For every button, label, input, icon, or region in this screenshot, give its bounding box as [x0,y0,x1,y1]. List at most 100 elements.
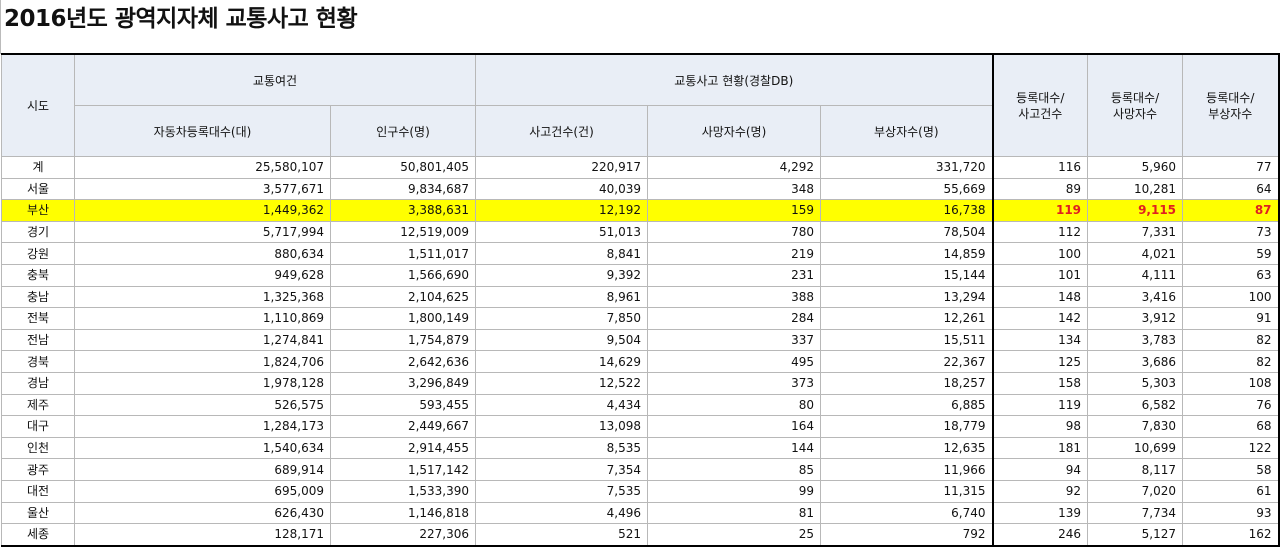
cell-ratio-deaths: 4,111 [1087,263,1184,287]
cell-vehicles: 626,430 [74,501,331,525]
cell-injuries: 11,315 [820,479,994,503]
frame-edge [0,0,1,54]
cell-accidents: 8,961 [475,285,649,309]
cell-ratio-deaths: 4,021 [1087,242,1184,265]
cell-deaths: 219 [647,242,822,265]
cell-ratio-accidents: 92 [991,479,1089,503]
cell-ratio-deaths: 7,331 [1087,220,1184,244]
cell-injuries: 11,966 [820,458,994,481]
cell-sido: 서울 [1,177,75,201]
cell-vehicles: 689,914 [74,458,331,481]
cell-ratio-deaths: 5,127 [1087,523,1184,547]
cell-vehicles: 5,717,994 [74,220,331,244]
document-page: 2016년도 광역지자체 교통사고 현황 시도 교통여건 교통사고 현황(경찰D… [0,0,1280,548]
cell-accidents: 220,917 [475,156,649,179]
cell-sido: 부산 [1,199,75,222]
cell-ratio-accidents: 101 [991,263,1089,287]
cell-vehicles: 1,824,706 [74,350,331,373]
cell-population: 12,519,009 [329,220,477,244]
cell-deaths: 231 [647,263,822,287]
cell-vehicles: 1,110,869 [74,307,331,330]
cell-deaths: 284 [647,307,822,330]
cell-injuries: 12,261 [820,307,994,330]
cell-accidents: 9,392 [475,263,649,287]
cell-ratio-injuries: 108 [1182,371,1280,395]
cell-ratio-deaths: 7,020 [1087,479,1184,503]
cell-sido: 경북 [1,350,75,373]
header-ratio-accidents-line1: 등록대수/ [1016,90,1065,105]
cell-injuries: 331,720 [820,156,994,179]
cell-sido: 울산 [1,501,75,525]
header-sido: 시도 [1,53,75,157]
cell-ratio-injuries: 58 [1182,458,1280,481]
cell-accidents: 40,039 [475,177,649,201]
cell-ratio-injuries: 100 [1182,285,1280,309]
cell-ratio-accidents: 139 [991,501,1089,525]
cell-injuries: 15,511 [820,328,994,352]
header-ratio-injuries-line1: 등록대수/ [1206,90,1255,105]
cell-ratio-accidents: 89 [991,177,1089,201]
cell-deaths: 25 [647,523,822,547]
cell-ratio-accidents: 119 [991,393,1089,417]
cell-injuries: 16,738 [820,199,994,222]
cell-ratio-deaths: 10,281 [1087,177,1184,201]
cell-sido: 경남 [1,371,75,395]
header-group-accident: 교통사고 현황(경찰DB) [475,53,994,106]
table-row: 충북 949,628 1,566,690 9,392 231 15,144 101 4,111… [1,263,1280,287]
header-ratio-deaths: 등록대수/ 사망자수 [1087,53,1184,157]
cell-deaths: 4,292 [647,156,822,179]
cell-ratio-deaths: 7,734 [1087,501,1184,525]
cell-injuries: 55,669 [820,177,994,201]
table-header: 시도 교통여건 교통사고 현황(경찰DB) 등록대수/ 사고건수 등록대수/ 사… [1,53,1280,157]
cell-ratio-injuries: 64 [1182,177,1280,201]
cell-population: 227,306 [329,523,477,547]
cell-population: 1,533,390 [329,479,477,503]
cell-population: 1,511,017 [329,242,477,265]
cell-ratio-deaths: 3,686 [1087,350,1184,373]
cell-ratio-deaths: 5,303 [1087,371,1184,395]
cell-deaths: 495 [647,350,822,373]
cell-accidents: 7,850 [475,307,649,330]
cell-population: 2,914,455 [329,436,477,460]
cell-deaths: 164 [647,415,822,438]
cell-ratio-deaths: 3,912 [1087,307,1184,330]
cell-vehicles: 1,449,362 [74,199,331,222]
table-row: 울산 626,430 1,146,818 4,496 81 6,740 139 7,734 93 [1,501,1280,525]
cell-ratio-injuries: 68 [1182,415,1280,438]
cell-accidents: 4,434 [475,393,649,417]
cell-population: 1,800,149 [329,307,477,330]
table-row: 부산 1,449,362 3,388,631 12,192 159 16,738 119 9,… [1,199,1280,222]
cell-population: 593,455 [329,393,477,417]
cell-population: 1,566,690 [329,263,477,287]
cell-ratio-injuries: 82 [1182,328,1280,352]
cell-ratio-deaths: 10,699 [1087,436,1184,460]
cell-injuries: 14,859 [820,242,994,265]
table-row: 대구 1,284,173 2,449,667 13,098 164 18,779 98 7,8… [1,415,1280,438]
cell-injuries: 6,885 [820,393,994,417]
cell-vehicles: 1,284,173 [74,415,331,438]
cell-accidents: 12,192 [475,199,649,222]
cell-accidents: 7,354 [475,458,649,481]
cell-deaths: 80 [647,393,822,417]
cell-deaths: 159 [647,199,822,222]
cell-sido: 충북 [1,263,75,287]
cell-ratio-accidents: 134 [991,328,1089,352]
header-group-traffic: 교통여건 [73,53,477,106]
table-row: 인천 1,540,634 2,914,455 8,535 144 12,635 181 10,… [1,436,1280,460]
cell-ratio-injuries: 63 [1182,263,1280,287]
cell-population: 50,801,405 [329,156,477,179]
cell-deaths: 373 [647,371,822,395]
cell-vehicles: 128,171 [74,523,331,547]
cell-accidents: 12,522 [475,371,649,395]
table-body: 계 25,580,107 50,801,405 220,917 4,292 331,720… [1,156,1280,547]
table-row: 제주 526,575 593,455 4,434 80 6,885 119 6,582 76 [1,393,1280,417]
cell-population: 3,388,631 [329,199,477,222]
cell-injuries: 6,740 [820,501,994,525]
cell-ratio-deaths: 3,783 [1087,328,1184,352]
cell-ratio-injuries: 73 [1182,220,1280,244]
table-row: 전북 1,110,869 1,800,149 7,850 284 12,261 142 3,9… [1,307,1280,330]
cell-ratio-injuries: 162 [1182,523,1280,547]
traffic-accident-table: 시도 교통여건 교통사고 현황(경찰DB) 등록대수/ 사고건수 등록대수/ 사… [1,53,1280,547]
cell-sido: 인천 [1,436,75,460]
cell-population: 1,146,818 [329,501,477,525]
